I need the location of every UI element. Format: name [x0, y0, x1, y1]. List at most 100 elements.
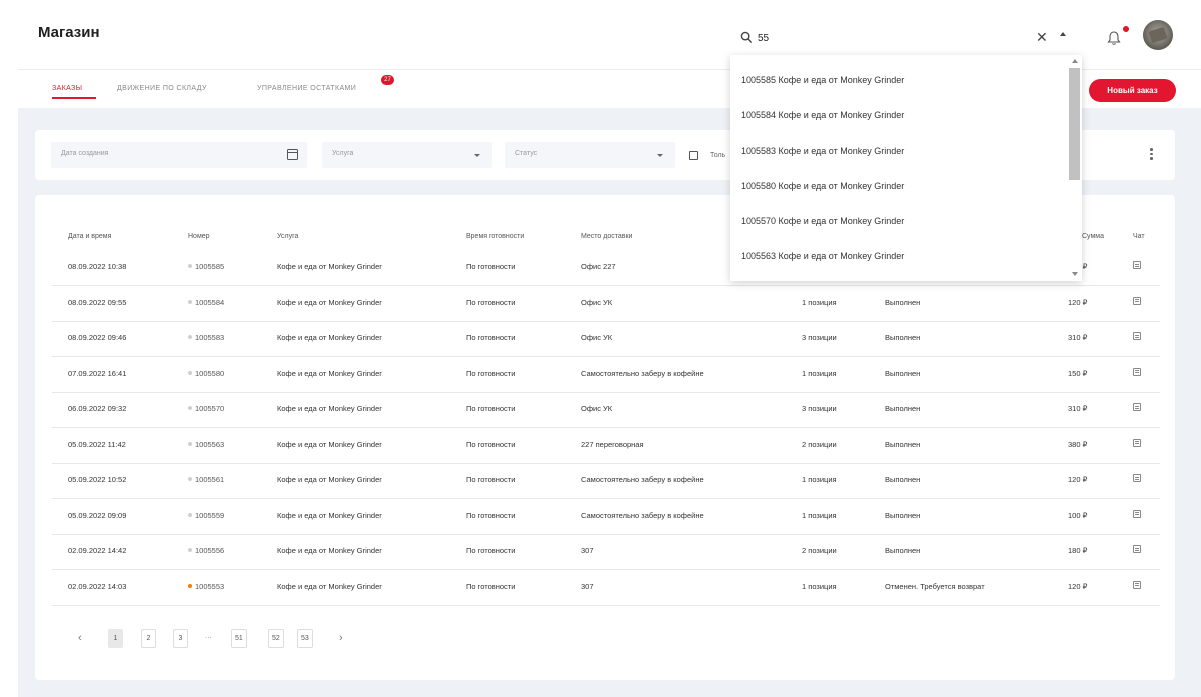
order-number: 1005556 [195, 546, 225, 555]
date-filter[interactable]: Дата создания [51, 142, 307, 168]
table-row[interactable]: 05.09.2022 09:09 1005559 Кофе и еда от Mon… [52, 500, 1160, 535]
column-header-date[interactable]: Дата и время [68, 233, 111, 240]
cell-date: 02.09.2022 14:03 [68, 581, 127, 591]
cell-sum: 120 ₽ [1068, 581, 1088, 591]
bell-icon[interactable] [1107, 30, 1121, 46]
cell-date: 08.09.2022 09:46 [68, 333, 127, 342]
page-button-1[interactable]: 1 [108, 629, 123, 648]
cell-ready-time: По готовности [466, 581, 516, 591]
column-header-delivery-place[interactable]: Место доставки [581, 233, 632, 240]
caret-up-icon[interactable] [1060, 32, 1066, 36]
chat-icon[interactable] [1133, 296, 1141, 305]
chat-icon[interactable] [1133, 261, 1141, 269]
cell-service: Кофе и еда от Monkey Grinder [277, 368, 382, 378]
pagination-ellipsis: ... [205, 631, 212, 640]
cell-sum: 310 ₽ [1068, 333, 1088, 342]
page-button-51[interactable]: 51 [231, 629, 247, 648]
order-number: 1005580 [195, 368, 225, 378]
suggestion-item[interactable]: 1005563 Кофе и еда от Monkey Grinder [741, 251, 904, 261]
page-button-52[interactable]: 52 [268, 629, 284, 648]
chat-icon[interactable] [1133, 545, 1141, 553]
active-tab-indicator [52, 97, 96, 99]
suggestion-item[interactable]: 1005585 Кофе и еда от Monkey Grinder [741, 75, 904, 85]
search-icon [740, 31, 753, 44]
cell-number: 1005580 [188, 369, 224, 378]
tab-orders[interactable]: Заказы [52, 85, 82, 92]
cell-status: Выполнен [885, 546, 921, 555]
order-number: 1005585 [195, 262, 225, 271]
cell-sum: 380 ₽ [1068, 439, 1088, 449]
column-header-ready-time[interactable]: Время готовности [466, 233, 524, 240]
status-filter[interactable]: Статус [505, 142, 675, 168]
avatar[interactable] [1143, 20, 1173, 50]
cell-date: 07.09.2022 16:41 [68, 368, 127, 378]
calendar-icon[interactable] [287, 149, 298, 160]
cell-date: 08.09.2022 09:55 [68, 297, 127, 307]
cell-number: 1005585 [188, 262, 224, 271]
order-number: 1005559 [195, 510, 225, 520]
search-box[interactable]: ✕ [730, 22, 1082, 54]
cell-date: 06.09.2022 09:32 [68, 404, 127, 413]
cell-date: 05.09.2022 09:09 [68, 510, 127, 520]
chat-icon[interactable] [1133, 403, 1141, 411]
table-row[interactable]: 06.09.2022 09:32 1005570 Кофе и еда от Mon… [52, 393, 1160, 428]
cell-quantity: 1 позиция [802, 510, 837, 520]
chat-icon[interactable] [1133, 367, 1141, 376]
column-header-sum[interactable]: Сумма [1082, 233, 1104, 240]
service-filter[interactable]: Услуга [322, 142, 492, 168]
suggestion-item[interactable]: 1005583 Кофе и еда от Monkey Grinder [741, 146, 904, 156]
cell-status: Отменен. Требуется возврат [885, 581, 985, 591]
chat-icon[interactable] [1133, 332, 1141, 340]
search-input[interactable] [758, 29, 1018, 47]
close-icon[interactable]: ✕ [1036, 30, 1048, 44]
page-button-3[interactable]: 3 [173, 629, 188, 648]
suggestion-item[interactable]: 1005580 Кофе и еда от Monkey Grinder [741, 181, 904, 191]
cell-quantity: 3 позиции [802, 333, 837, 342]
order-number: 1005583 [195, 333, 225, 342]
table-row[interactable]: 02.09.2022 14:42 1005556 Кофе и еда от Mon… [52, 535, 1160, 570]
cell-service: Кофе и еда от Monkey Grinder [277, 404, 382, 413]
date-filter-label: Дата создания [61, 150, 109, 157]
prev-page-button[interactable]: ‹ [78, 632, 82, 644]
chat-icon[interactable] [1133, 438, 1141, 447]
more-vert-icon[interactable] [1150, 148, 1154, 162]
suggestion-item[interactable]: 1005584 Кофе и еда от Monkey Grinder [741, 110, 904, 120]
cell-delivery-place: 227 переговорная [581, 439, 644, 449]
app-window: Магазин ✕ Заказы Движение по складу Упра… [0, 0, 1201, 697]
chat-icon[interactable] [1133, 509, 1141, 518]
suggestion-item[interactable]: 1005570 Кофе и еда от Monkey Grinder [741, 216, 904, 226]
cell-delivery-place: Офис УК [581, 297, 613, 307]
cell-ready-time: По готовности [466, 368, 516, 378]
cell-service: Кофе и еда от Monkey Grinder [277, 439, 382, 449]
cell-status: Выполнен [885, 333, 921, 342]
tab-stock-management[interactable]: Управление остатками [257, 85, 356, 92]
column-header-number[interactable]: Номер [188, 233, 210, 240]
scrollbar-thumb[interactable] [1069, 68, 1080, 180]
next-page-button[interactable]: › [339, 632, 343, 644]
cell-service: Кофе и еда от Monkey Grinder [277, 546, 382, 555]
scroll-down-icon[interactable] [1072, 272, 1078, 276]
cell-date: 05.09.2022 11:42 [68, 439, 126, 449]
cell-sum: 180 ₽ [1068, 546, 1088, 555]
cell-sum: 310 ₽ [1068, 404, 1088, 413]
page-button-2[interactable]: 2 [141, 629, 156, 648]
cell-status: Выполнен [885, 404, 921, 413]
page-button-53[interactable]: 53 [297, 629, 313, 648]
scroll-up-icon[interactable] [1072, 59, 1078, 63]
chat-icon[interactable] [1133, 580, 1141, 589]
cell-ready-time: По готовности [466, 262, 516, 271]
table-row[interactable]: 05.09.2022 10:52 1005561 Кофе и еда от Mon… [52, 464, 1160, 499]
table-row[interactable]: 07.09.2022 16:41 1005580 Кофе и еда от Mon… [52, 358, 1160, 393]
chat-icon[interactable] [1133, 474, 1141, 482]
new-order-button[interactable]: Новый заказ [1089, 79, 1176, 102]
table-row[interactable]: 08.09.2022 09:55 1005584 Кофе и еда от Mon… [52, 287, 1160, 322]
column-header-service[interactable]: Услуга [277, 233, 298, 240]
table-row[interactable]: 08.09.2022 09:46 1005583 Кофе и еда от Mon… [52, 322, 1160, 357]
status-dot [188, 370, 192, 375]
column-header-chat[interactable]: Чат [1133, 233, 1145, 240]
table-row[interactable]: 05.09.2022 11:42 1005563 Кофе и еда от Mon… [52, 429, 1160, 464]
only-checkbox[interactable] [689, 151, 698, 160]
cell-ready-time: По готовности [466, 475, 516, 484]
table-row[interactable]: 02.09.2022 14:03 1005553 Кофе и еда от Mon… [52, 571, 1160, 606]
tab-stock-movement[interactable]: Движение по складу [117, 85, 207, 92]
